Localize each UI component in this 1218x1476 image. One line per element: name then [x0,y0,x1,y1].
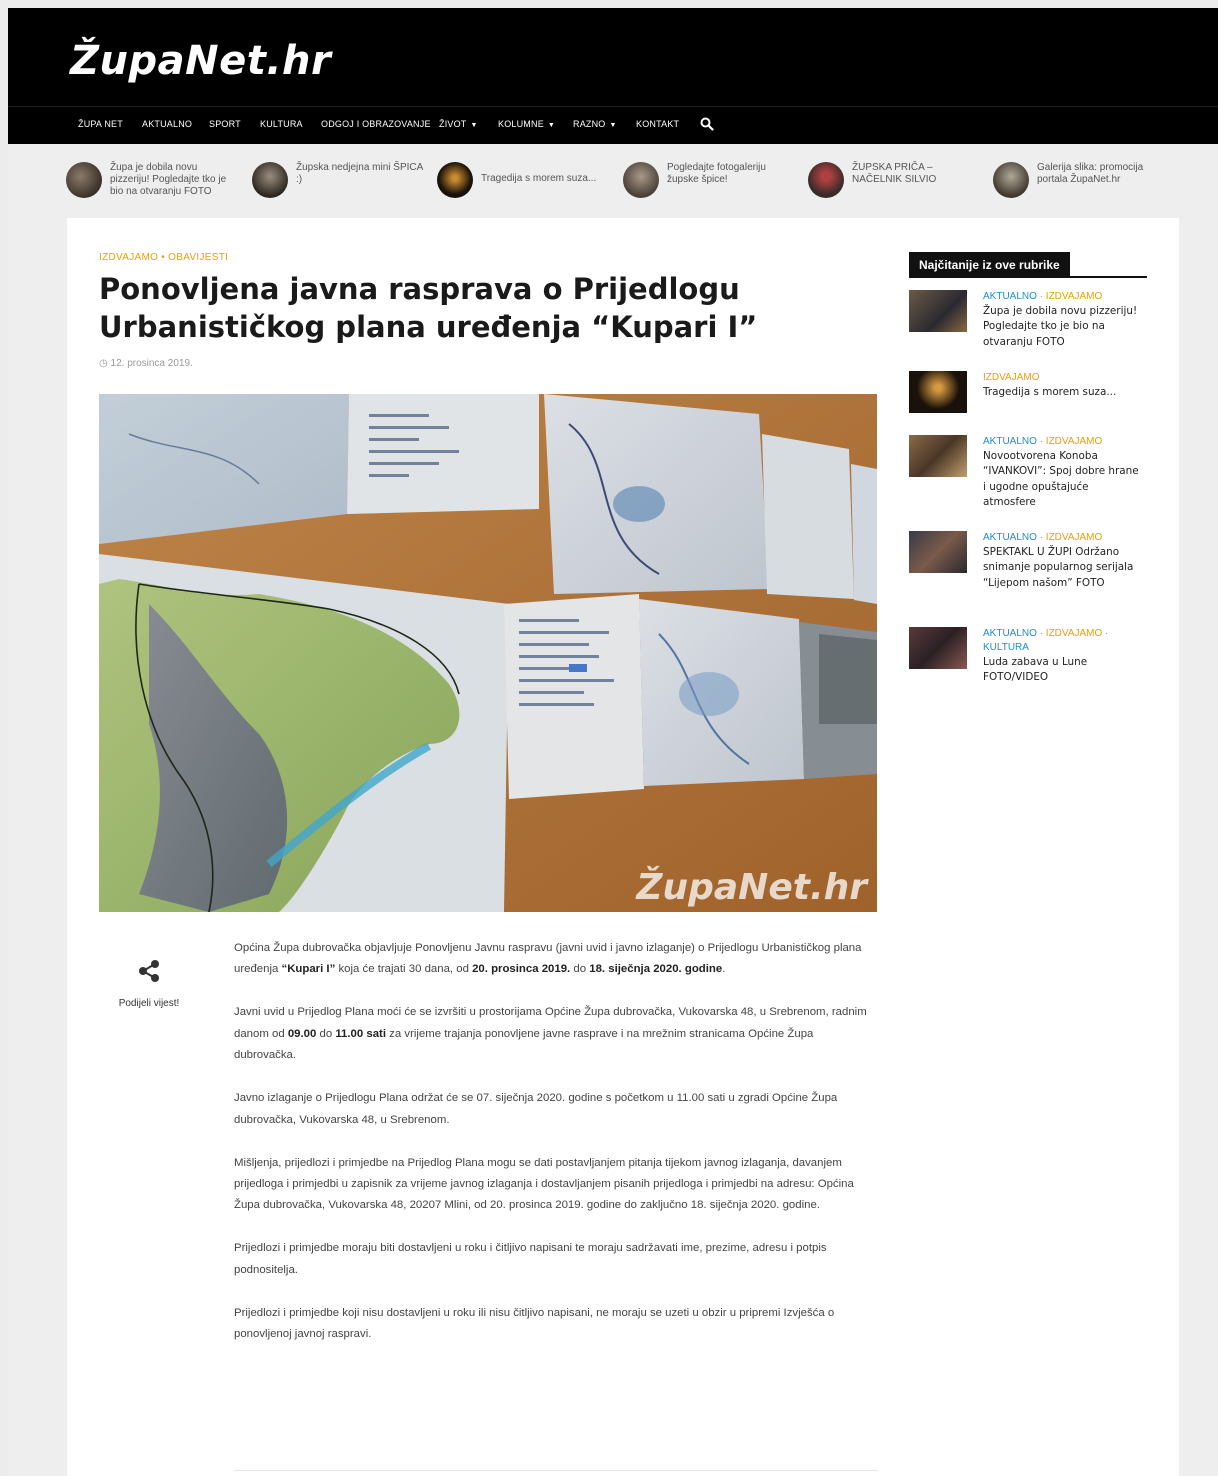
sidebar-item-text: AKTUALNO · IZDVAJAMO SPEKTAKL U ŽUPI Odr… [983,531,1143,591]
site-logo[interactable]: ŽupaNet.hr [70,38,331,84]
sidebar-categories[interactable]: AKTUALNO · IZDVAJAMO [983,435,1143,449]
ticker-title: ŽUPSKA PRIČA – NAČELNIK SILVIO [852,162,937,185]
article-paragraph: Prijedlozi i primjedbe koji nisu dostavl… [234,1306,835,1341]
ticker-thumbnail [66,162,102,198]
article-hero-image[interactable]: ŽupaNet.hr [99,394,877,912]
caret-down-icon: ▼ [470,122,478,129]
ticker-item[interactable]: Galerija slika: promocija portala ŽupaNe… [993,162,1173,206]
sidebar-item[interactable]: AKTUALNO · IZDVAJAMO SPEKTAKL U ŽUPI Odr… [909,531,1149,611]
sidebar-thumbnail[interactable] [909,435,967,477]
article-divider [234,1470,878,1471]
sidebar-thumbnail[interactable] [909,531,967,573]
ticker-thumbnail [252,162,288,198]
nav-item-label: ŽIVOT [439,119,467,129]
sidebar-item-title[interactable]: Luda zabava u Lune FOTO/VIDEO [983,655,1143,686]
nav-item-label: ODGOJ I OBRAZOVANJE [321,119,431,129]
ticker-item[interactable]: Župska nedjejna mini ŠPICA :) [252,162,430,206]
sidebar-item[interactable]: AKTUALNO · IZDVAJAMO · KULTURA Luda zaba… [909,627,1149,691]
ticker-title: Pogledajte fotogaleriju župske špice! [667,162,766,185]
article-body: Općina Župa dubrovačka objavljuje Ponovl… [234,938,878,1367]
ticker-title: Tragedija s morem suza... [481,173,597,184]
nav-item-kultura[interactable]: KULTURA [260,119,303,129]
article-title: Ponovljena javna rasprava o Prijedlogu U… [99,272,758,344]
sidebar-categories[interactable]: AKTUALNO · IZDVAJAMO [983,290,1143,304]
nav-item-zivot[interactable]: ŽIVOT ▼ [439,119,478,129]
share-label: Podijeli vijest! [118,998,180,1009]
caret-down-icon: ▼ [609,122,617,129]
nav-item-kolumne[interactable]: KOLUMNE ▼ [498,119,555,129]
sidebar-item-title[interactable]: Novootvorena Konoba “IVANKOVI”: Spoj dob… [983,449,1143,511]
clock-icon: ◷ [99,358,108,369]
sidebar-categories[interactable]: AKTUALNO · IZDVAJAMO [983,531,1143,545]
sidebar-categories[interactable]: IZDVAJAMO [983,371,1143,385]
nav-item-label: KULTURA [260,119,303,129]
caret-down-icon: ▼ [547,122,556,129]
nav-item-odgoj[interactable]: ODGOJ I OBRAZOVANJE [321,119,431,129]
sidebar-item[interactable]: AKTUALNO · IZDVAJAMO Novootvorena Konoba… [909,435,1149,515]
search-icon[interactable] [700,117,714,131]
nav-item-label: RAZNO [573,119,606,129]
article-paragraph: Javno izlaganje o Prijedlogu Plana održa… [234,1092,838,1126]
nav-item-label: KONTAKT [636,119,680,129]
ticker-item[interactable]: Pogledajte fotogaleriju župske špice! [623,162,801,206]
ticker-thumbnail [993,162,1029,198]
page: ŽupaNet.hr ŽUPA NET AKTUALNO SPORT KULTU… [8,8,1218,1476]
nav-item-label: ŽUPA NET [78,119,123,129]
nav-item-zupa-net[interactable]: ŽUPA NET [78,119,123,129]
sidebar-thumbnail[interactable] [909,290,967,332]
sidebar-item-text: AKTUALNO · IZDVAJAMO · KULTURA Luda zaba… [983,627,1143,686]
sidebar-item-title[interactable]: Župa je dobila novu pizzeriju! Pogledajt… [983,304,1143,350]
ticker-title: Župska nedjejna mini ŠPICA :) [296,162,423,185]
sidebar-item-text: IZDVAJAMO Tragedija s morem suza... [983,371,1143,400]
sidebar-heading-label: Najčitanije iz ove rubrike [909,252,1070,278]
ticker-thumbnail [437,162,473,198]
sidebar-item-text: AKTUALNO · IZDVAJAMO Novootvorena Konoba… [983,435,1143,511]
article-paragraph: Općina Župa dubrovačka objavljuje Ponovl… [234,942,862,976]
share-icon[interactable] [136,958,162,984]
sidebar-item-title[interactable]: Tragedija s morem suza... [983,385,1143,400]
site-header: ŽupaNet.hr [8,8,1218,106]
ticker-item[interactable]: Tragedija s morem suza... [437,162,615,206]
nav-item-aktualno[interactable]: AKTUALNO [142,119,192,129]
ticker-thumbnail [623,162,659,198]
sidebar-categories[interactable]: AKTUALNO · IZDVAJAMO · KULTURA [983,627,1143,655]
nav-item-razno[interactable]: RAZNO ▼ [573,119,617,129]
sidebar-item-title[interactable]: SPEKTAKL U ŽUPI Održano snimanje popular… [983,545,1143,591]
nav-item-label: KOLUMNE [498,119,544,129]
article-categories[interactable]: IZDVAJAMO • OBAVIJESTI [99,252,228,263]
ticker-item[interactable]: ŽUPSKA PRIČA – NAČELNIK SILVIO [808,162,986,206]
nav-item-kontakt[interactable]: KONTAKT [636,119,679,129]
article-card: IZDVAJAMO • OBAVIJESTI Ponovljena javna … [67,218,1179,1476]
sidebar-item-text: AKTUALNO · IZDVAJAMO Župa je dobila novu… [983,290,1143,350]
ticker-thumbnail [808,162,844,198]
sidebar-thumbnail[interactable] [909,627,967,669]
ticker-title: Župa je dobila novu pizzeriju! Pogledajt… [110,162,227,197]
sidebar-item[interactable]: IZDVAJAMO Tragedija s morem suza... [909,371,1149,417]
article-paragraph: Javni uvid u Prijedlog Plana moći će se … [234,1006,867,1062]
sidebar-item[interactable]: AKTUALNO · IZDVAJAMO Župa je dobila novu… [909,290,1149,352]
nav-item-label: SPORT [209,119,241,129]
article-paragraph: Prijedlozi i primjedbe moraju biti dosta… [234,1242,827,1276]
article-date: ◷ 12. prosinca 2019. [99,358,193,369]
nav-item-label: AKTUALNO [142,119,193,129]
sidebar-thumbnail[interactable] [909,371,967,413]
article-date-text: 12. prosinca 2019. [110,358,193,369]
ticker-title: Galerija slika: promocija portala ŽupaNe… [1037,162,1144,185]
sidebar-heading: Najčitanije iz ove rubrike [909,252,1147,278]
image-watermark: ŽupaNet.hr [635,866,869,908]
share-widget[interactable]: Podijeli vijest! [99,958,199,1009]
maps-on-wall-illustration: ŽupaNet.hr [99,394,877,912]
ticker-item[interactable]: Župa je dobila novu pizzeriju! Pogledajt… [66,162,244,206]
article-paragraph: Mišljenja, prijedlozi i primjedbe na Pri… [234,1156,854,1212]
main-nav: ŽUPA NET AKTUALNO SPORT KULTURA ODGOJ I … [8,106,1218,144]
nav-item-sport[interactable]: SPORT [209,119,241,129]
